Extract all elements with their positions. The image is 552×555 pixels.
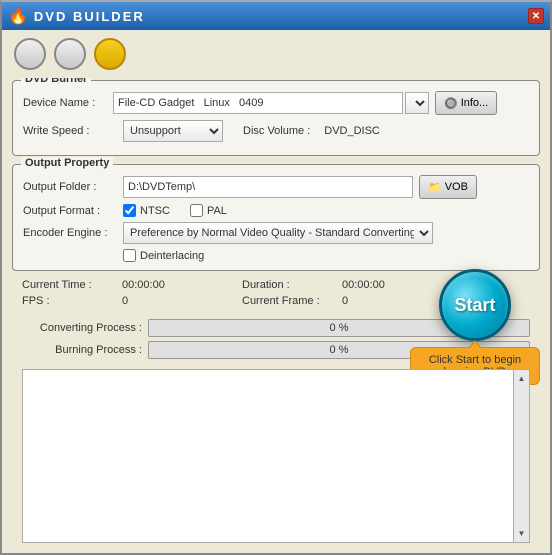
ntsc-label: NTSC — [140, 205, 170, 217]
dvd-burner-content: Device Name : ▼ 🔘 Info... Write Speed : … — [23, 91, 529, 142]
dvd-burner-title: DVD Burner — [21, 78, 91, 85]
output-folder-row: Output Folder : 📁 VOB — [23, 175, 529, 199]
info-icon: 🔘 — [444, 97, 458, 110]
deinterlace-row: Deinterlacing — [23, 249, 529, 262]
format-checkbox-group: NTSC PAL — [123, 204, 227, 217]
bottom-area: Converting Process : 0 % Burning Process… — [12, 319, 540, 543]
titlebar-left: 🔥 DVD BUILDER — [8, 6, 145, 26]
ntsc-checkbox-item[interactable]: NTSC — [123, 204, 170, 217]
write-speed-row: Write Speed : Unsupport Disc Volume : DV… — [23, 120, 529, 142]
start-button[interactable]: Start — [439, 269, 511, 341]
fps-value: 0 — [122, 295, 242, 307]
scroll-down-arrow[interactable]: ▼ — [516, 527, 528, 540]
output-folder-label: Output Folder : — [23, 181, 123, 193]
dvd-burner-group: DVD Burner Device Name : ▼ 🔘 Info... — [12, 80, 540, 156]
device-input[interactable] — [113, 92, 403, 114]
window-btn-3[interactable] — [94, 38, 126, 70]
vob-button-label: VOB — [445, 181, 468, 193]
fps-label: FPS : — [22, 295, 122, 307]
write-label: Write Speed : — [23, 125, 113, 137]
output-format-row: Output Format : NTSC PAL — [23, 204, 529, 217]
encoder-label: Encoder Engine : — [23, 227, 123, 239]
encoder-dropdown[interactable]: Preference by Normal Video Quality - Sta… — [123, 222, 433, 244]
main-content: DVD Burner Device Name : ▼ 🔘 Info... — [2, 78, 550, 553]
duration-label: Duration : — [242, 279, 342, 291]
tooltip-arrow-inner — [469, 342, 481, 349]
encoder-engine-row: Encoder Engine : Preference by Normal Vi… — [23, 222, 529, 244]
output-format-label: Output Format : — [23, 205, 123, 217]
burning-label: Burning Process : — [22, 344, 142, 356]
window-btn-2[interactable] — [54, 38, 86, 70]
current-time-label: Current Time : — [22, 279, 122, 291]
vob-button[interactable]: 📁 VOB — [419, 175, 477, 199]
info-button-label: Info... — [461, 97, 489, 109]
converting-percent: 0 % — [330, 322, 349, 334]
pal-label: PAL — [207, 205, 227, 217]
close-button[interactable]: ✕ — [528, 8, 544, 24]
output-folder-input[interactable] — [123, 176, 413, 198]
device-row: Device Name : ▼ 🔘 Info... — [23, 91, 529, 115]
pal-checkbox-item[interactable]: PAL — [190, 204, 227, 217]
pal-checkbox[interactable] — [190, 204, 203, 217]
flame-icon: 🔥 — [8, 6, 28, 26]
current-time-value: 00:00:00 — [122, 279, 242, 291]
scroll-up-arrow[interactable]: ▲ — [516, 372, 528, 385]
output-property-group: Output Property Output Folder : 📁 VOB Ou… — [12, 164, 540, 271]
burning-percent: 0 % — [330, 344, 349, 356]
disc-volume-label: Disc Volume : — [243, 125, 310, 137]
start-label: Start — [454, 295, 495, 316]
deinterlace-checkbox[interactable] — [123, 249, 136, 262]
window-btn-1[interactable] — [14, 38, 46, 70]
log-scrollbar[interactable]: ▲ ▼ — [513, 370, 529, 542]
main-window: 🔥 DVD BUILDER ✕ DVD Burner Device Name :… — [0, 0, 552, 555]
window-buttons-row — [2, 30, 550, 78]
device-label: Device Name : — [23, 97, 113, 109]
converting-label: Converting Process : — [22, 322, 142, 334]
info-button[interactable]: 🔘 Info... — [435, 91, 497, 115]
titlebar: 🔥 DVD BUILDER ✕ — [2, 2, 550, 30]
folder-icon: 📁 — [428, 181, 442, 194]
window-title: DVD BUILDER — [34, 9, 145, 24]
deinterlace-label: Deinterlacing — [140, 250, 204, 262]
log-area: ▲ ▼ — [22, 369, 530, 543]
write-speed-dropdown[interactable]: Unsupport — [123, 120, 223, 142]
device-dropdown[interactable]: ▼ — [405, 92, 429, 114]
ntsc-checkbox[interactable] — [123, 204, 136, 217]
disc-volume-value: DVD_DISC — [324, 125, 380, 137]
output-property-title: Output Property — [21, 157, 113, 169]
progress-and-start: Converting Process : 0 % Burning Process… — [12, 319, 540, 363]
output-property-content: Output Folder : 📁 VOB Output Format : NT… — [23, 175, 529, 262]
current-frame-label: Current Frame : — [242, 295, 342, 307]
